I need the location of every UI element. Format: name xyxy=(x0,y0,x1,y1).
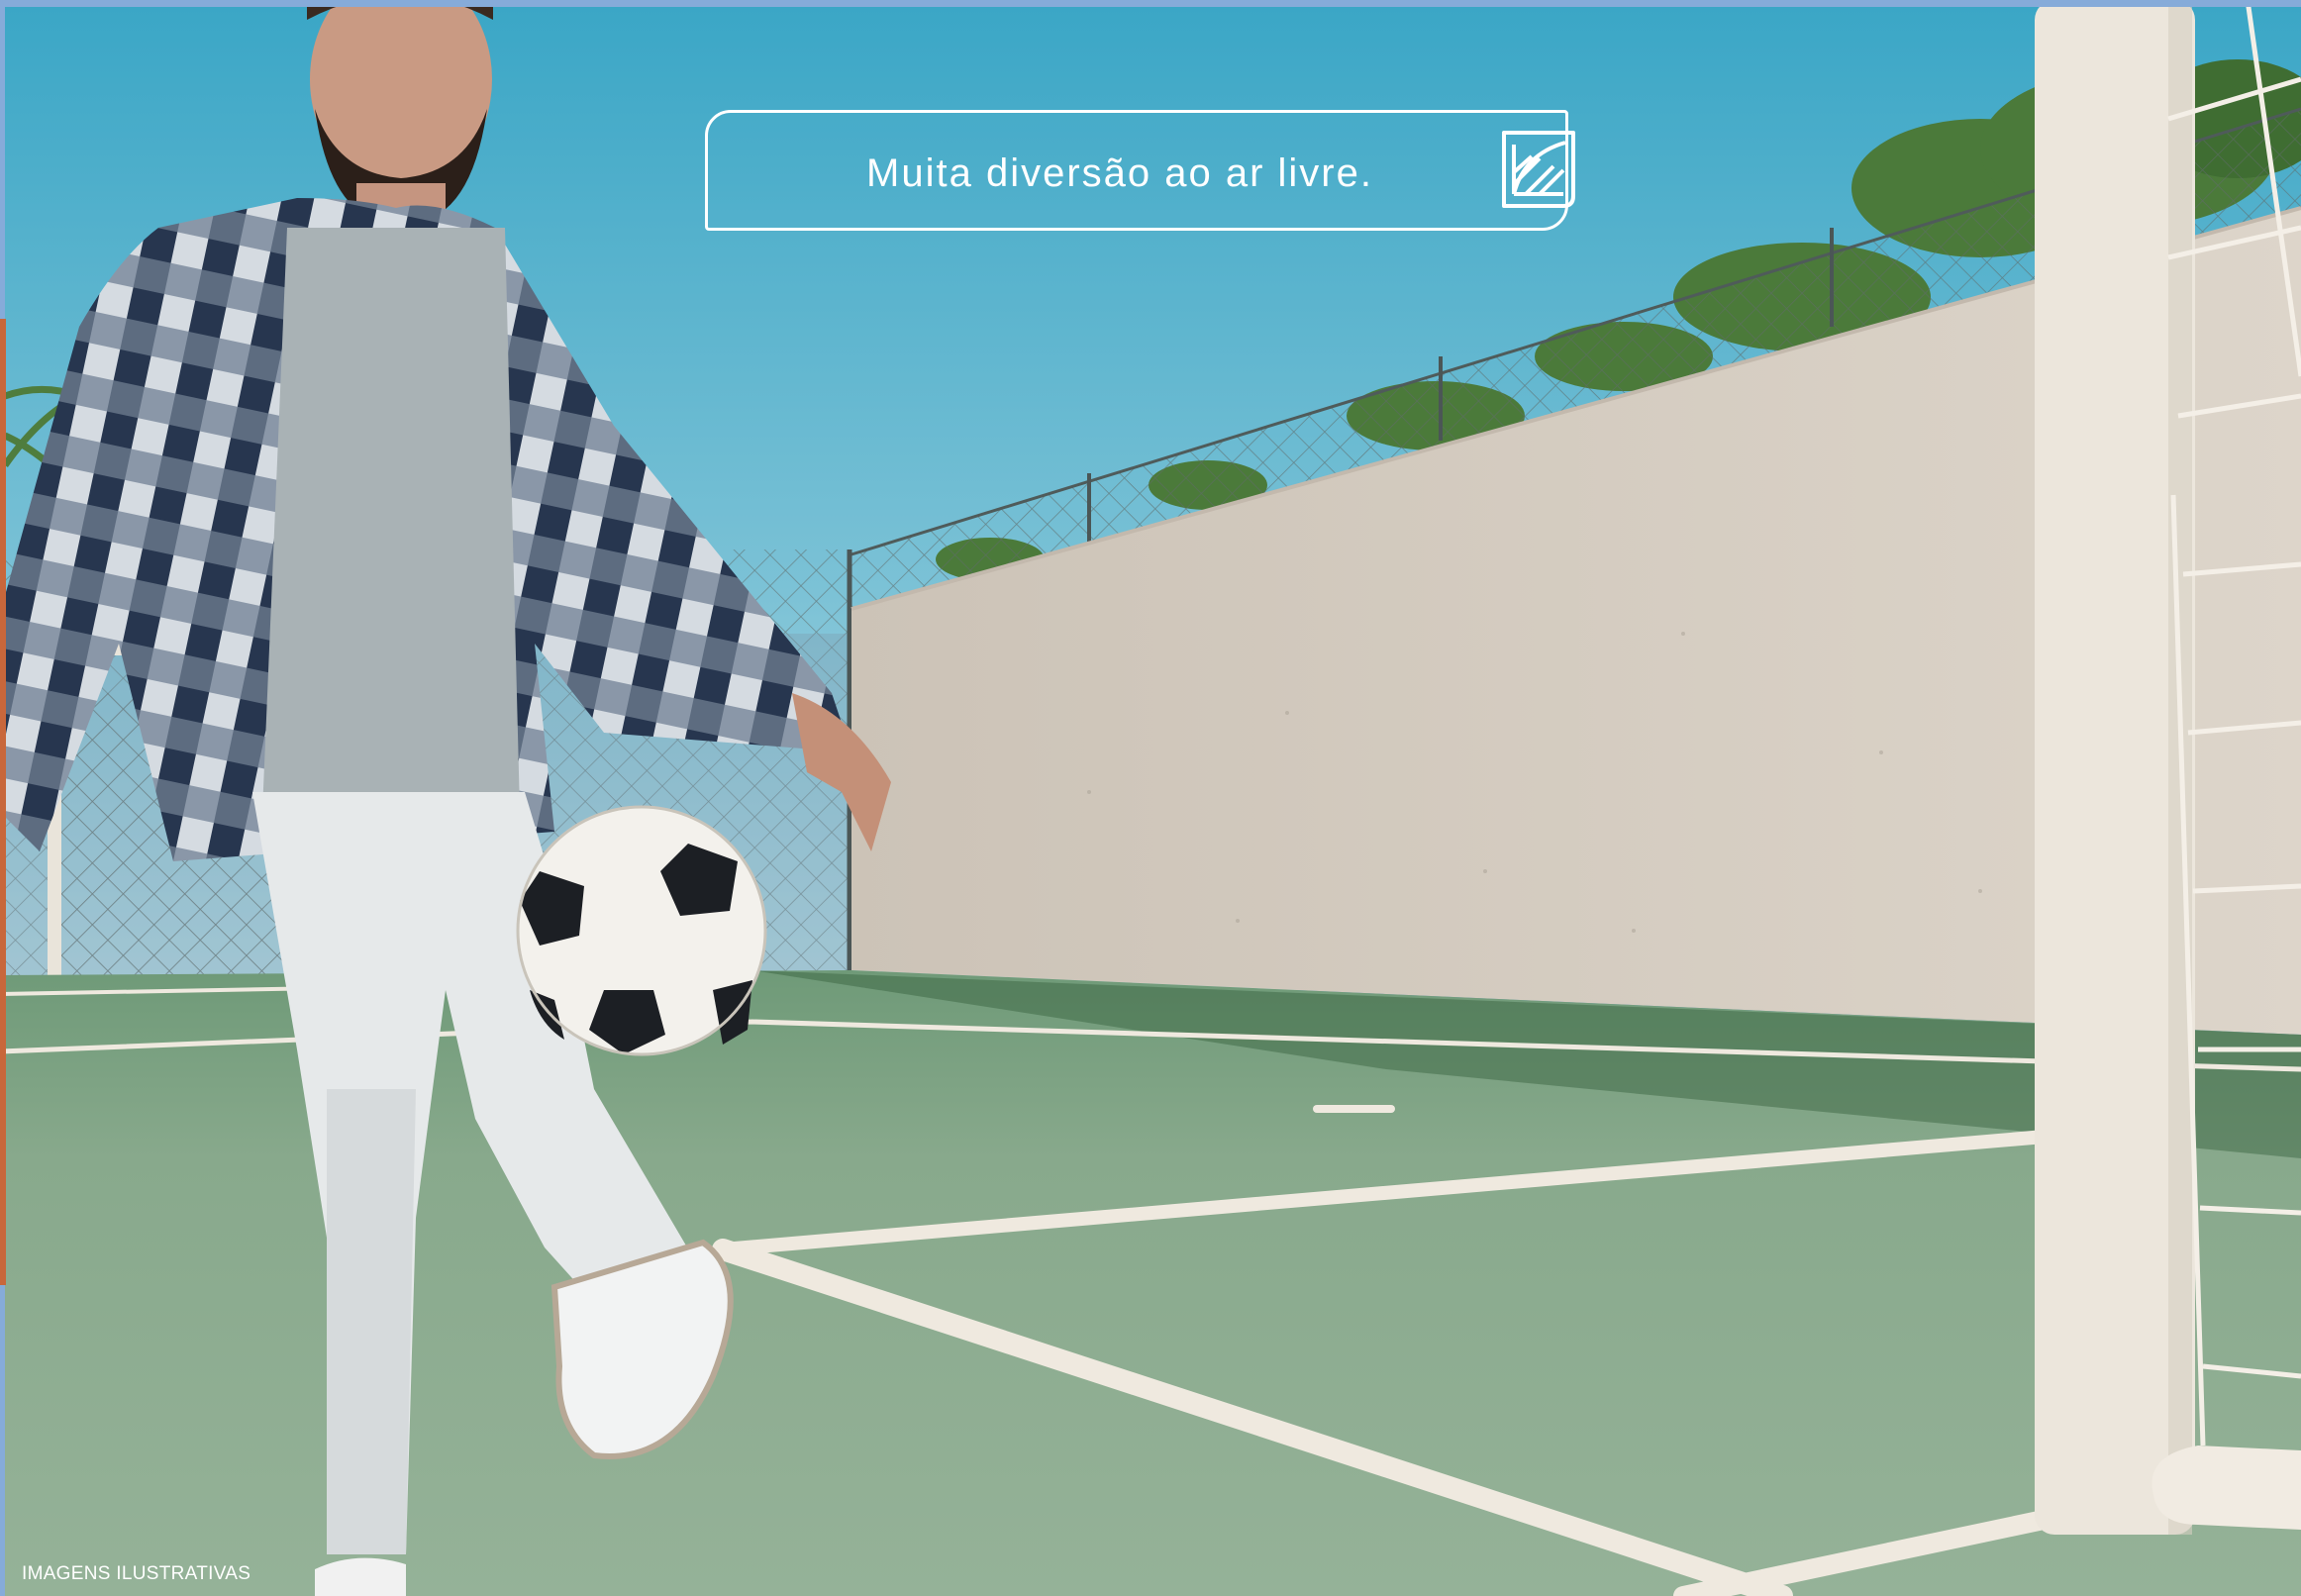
accent-strip xyxy=(0,319,6,1285)
disclaimer-text: IMAGENS ILUSTRATIVAS xyxy=(22,1563,251,1584)
caption-text: Muita diversão ao ar livre. xyxy=(866,151,1373,195)
soccer-ball xyxy=(516,805,767,1056)
caption-box: Muita diversão ao ar livre. xyxy=(705,110,1575,231)
leaf-square-logo-icon xyxy=(1502,131,1575,208)
top-frame-strip xyxy=(0,0,2301,7)
photo-scene xyxy=(0,0,2301,1596)
